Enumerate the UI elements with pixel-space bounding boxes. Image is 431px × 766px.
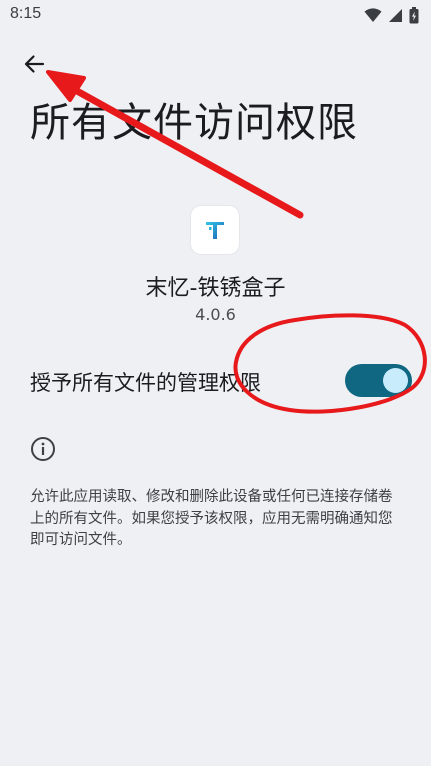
app-name: 末忆-铁锈盒子 bbox=[145, 276, 286, 301]
app-logo-icon bbox=[206, 222, 224, 239]
back-button[interactable] bbox=[14, 44, 54, 84]
arrow-left-icon bbox=[24, 55, 45, 73]
permission-description: 允许此应用读取、修改和删除此设备或任何已连接存储卷上的所有文件。如果您授予该权限… bbox=[30, 489, 393, 548]
all-files-access-toggle-row[interactable]: 授予所有文件的管理权限 bbox=[0, 355, 431, 407]
wifi-icon bbox=[364, 7, 382, 22]
info-icon bbox=[31, 437, 55, 461]
all-files-access-switch[interactable] bbox=[345, 364, 412, 397]
toggle-label: 授予所有文件的管理权限 bbox=[30, 371, 261, 395]
app-version: 4.0.6 bbox=[195, 305, 236, 324]
status-icons bbox=[364, 6, 419, 24]
signal-icon bbox=[389, 8, 402, 22]
page-title: 所有文件访问权限 bbox=[30, 100, 358, 146]
app-icon bbox=[191, 206, 239, 254]
status-bar: 8:15 bbox=[0, 0, 431, 30]
battery-icon bbox=[409, 6, 419, 23]
switch-thumb bbox=[383, 368, 408, 393]
status-time: 8:15 bbox=[10, 5, 42, 22]
